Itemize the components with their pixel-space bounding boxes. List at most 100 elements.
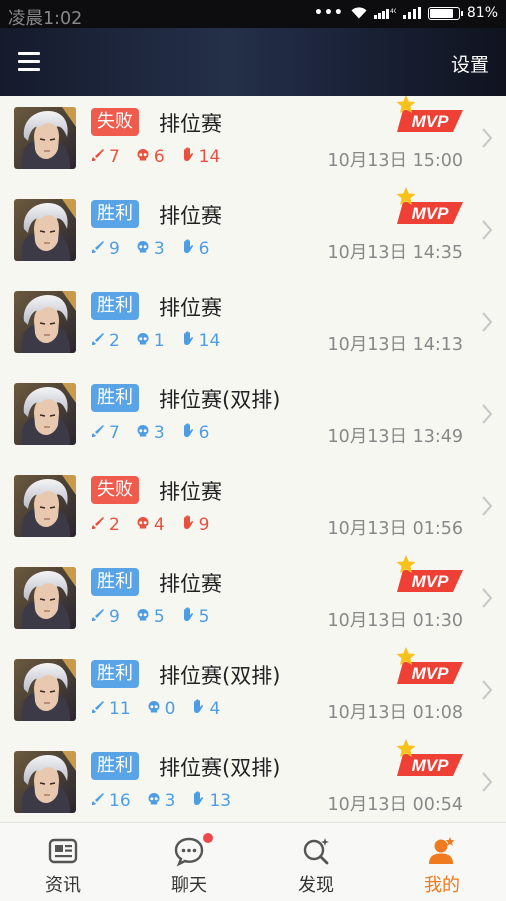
deaths-stat: 3 bbox=[136, 239, 165, 259]
kda-stats: 9 5 5 bbox=[91, 607, 225, 627]
match-time: 10月13日 01:56 bbox=[327, 519, 463, 539]
mvp-badge: MVP bbox=[395, 554, 465, 596]
hero-avatar bbox=[14, 659, 76, 721]
match-time: 10月13日 14:35 bbox=[327, 243, 463, 263]
deaths-value: 0 bbox=[164, 699, 176, 719]
match-row[interactable]: 胜利 排位赛 9 5 5 10月13日 01:30 MVP bbox=[0, 554, 506, 648]
settings-button[interactable]: 设置 bbox=[451, 50, 489, 77]
assists-value: 6 bbox=[198, 423, 210, 443]
deaths-stat: 1 bbox=[136, 331, 165, 351]
chevron-right-icon bbox=[481, 495, 493, 517]
deaths-icon bbox=[136, 515, 154, 535]
game-mode: 排位赛 bbox=[159, 296, 222, 320]
assists-stat: 4 bbox=[191, 699, 220, 719]
assists-icon bbox=[181, 607, 199, 627]
wifi-icon bbox=[351, 7, 367, 19]
assists-value: 14 bbox=[198, 331, 221, 351]
kda-stats: 9 3 6 bbox=[91, 239, 225, 259]
game-mode: 排位赛 bbox=[159, 112, 222, 136]
match-row[interactable]: 失败 排位赛 2 4 9 10月13日 01:56 bbox=[0, 464, 506, 556]
mvp-badge: MVP bbox=[395, 738, 465, 780]
deaths-stat: 3 bbox=[147, 791, 176, 811]
chevron-right-icon bbox=[481, 771, 493, 793]
hero-avatar bbox=[14, 291, 76, 353]
kills-icon bbox=[91, 239, 109, 259]
tab-news[interactable]: 资讯 bbox=[0, 823, 126, 901]
game-mode: 排位赛 bbox=[159, 204, 222, 228]
assists-value: 5 bbox=[198, 607, 210, 627]
match-time: 10月13日 00:54 bbox=[327, 795, 463, 815]
discover-icon bbox=[300, 835, 332, 867]
assists-icon bbox=[181, 331, 199, 351]
assists-value: 14 bbox=[198, 147, 221, 167]
match-row[interactable]: 胜利 排位赛(双排) 7 3 6 10月13日 13:49 bbox=[0, 372, 506, 464]
mvp-badge: MVP bbox=[395, 96, 465, 136]
tab-discover[interactable]: 发现 bbox=[253, 823, 379, 901]
kills-icon bbox=[91, 331, 109, 351]
hero-avatar bbox=[14, 383, 76, 445]
tab-profile-label: 我的 bbox=[424, 875, 460, 896]
kills-stat: 16 bbox=[91, 791, 131, 811]
kda-stats: 11 0 4 bbox=[91, 699, 236, 719]
assists-icon bbox=[181, 239, 199, 259]
assists-value: 4 bbox=[209, 699, 221, 719]
assists-value: 13 bbox=[209, 791, 232, 811]
assists-stat: 14 bbox=[181, 147, 221, 167]
assists-stat: 5 bbox=[181, 607, 210, 627]
mvp-text: MVP bbox=[412, 204, 450, 223]
deaths-value: 5 bbox=[153, 607, 165, 627]
chevron-right-icon bbox=[481, 311, 493, 333]
kda-stats: 7 3 6 bbox=[91, 423, 225, 443]
kills-icon bbox=[91, 607, 109, 627]
profile-icon bbox=[426, 835, 458, 867]
kills-value: 7 bbox=[109, 423, 120, 443]
kills-stat: 2 bbox=[91, 331, 120, 351]
tab-profile[interactable]: 我的 bbox=[379, 823, 505, 901]
deaths-icon bbox=[136, 331, 154, 351]
kills-value: 16 bbox=[109, 791, 131, 811]
kills-icon bbox=[91, 699, 109, 719]
deaths-value: 3 bbox=[153, 239, 165, 259]
assists-stat: 6 bbox=[181, 239, 209, 259]
kda-stats: 2 4 9 bbox=[91, 515, 225, 535]
kills-icon bbox=[91, 791, 109, 811]
match-time: 10月13日 15:00 bbox=[327, 151, 463, 171]
news-icon bbox=[47, 835, 79, 867]
hero-avatar bbox=[14, 751, 76, 813]
chevron-right-icon bbox=[481, 403, 493, 425]
kills-stat: 11 bbox=[91, 699, 131, 719]
hero-avatar bbox=[14, 107, 76, 169]
kills-stat: 7 bbox=[91, 147, 120, 167]
match-list[interactable]: 失败 排位赛 7 6 14 10月13日 15:00 MVP 胜利 排位赛 9 … bbox=[0, 96, 506, 822]
menu-icon[interactable] bbox=[18, 52, 40, 71]
deaths-value: 3 bbox=[153, 423, 165, 443]
match-row[interactable]: 胜利 排位赛 2 1 14 10月13日 14:13 bbox=[0, 280, 506, 372]
game-mode: 排位赛 bbox=[159, 572, 222, 596]
assists-icon bbox=[181, 515, 199, 535]
mvp-badge: MVP bbox=[395, 646, 465, 688]
assists-stat: 14 bbox=[181, 331, 221, 351]
kills-value: 9 bbox=[109, 607, 120, 627]
assists-icon bbox=[191, 699, 209, 719]
match-row[interactable]: 胜利 排位赛(双排) 11 0 4 10月13日 01:08 MVP bbox=[0, 646, 506, 740]
match-row[interactable]: 胜利 排位赛(双排) 16 3 13 10月13日 00:54 MVP bbox=[0, 738, 506, 822]
chat-notification-dot bbox=[203, 833, 213, 843]
result-badge: 胜利 bbox=[91, 752, 139, 780]
result-badge: 失败 bbox=[91, 108, 139, 136]
match-row[interactable]: 胜利 排位赛 9 3 6 10月13日 14:35 MVP bbox=[0, 187, 506, 280]
assists-value: 9 bbox=[198, 515, 210, 535]
assists-icon bbox=[181, 147, 199, 167]
signal-icon bbox=[402, 7, 421, 19]
deaths-value: 3 bbox=[164, 791, 176, 811]
game-mode: 排位赛(双排) bbox=[159, 664, 281, 688]
deaths-value: 6 bbox=[153, 147, 165, 167]
result-badge: 失败 bbox=[91, 476, 139, 504]
result-badge: 胜利 bbox=[91, 200, 139, 228]
assists-icon bbox=[181, 423, 199, 443]
deaths-icon bbox=[136, 607, 154, 627]
assists-stat: 9 bbox=[181, 515, 210, 535]
mvp-text: MVP bbox=[412, 112, 450, 131]
bottom-nav: 资讯 聊天 发现 我的 bbox=[0, 822, 506, 901]
match-row[interactable]: 失败 排位赛 7 6 14 10月13日 15:00 MVP bbox=[0, 96, 506, 188]
tab-chat[interactable]: 聊天 bbox=[126, 823, 252, 901]
